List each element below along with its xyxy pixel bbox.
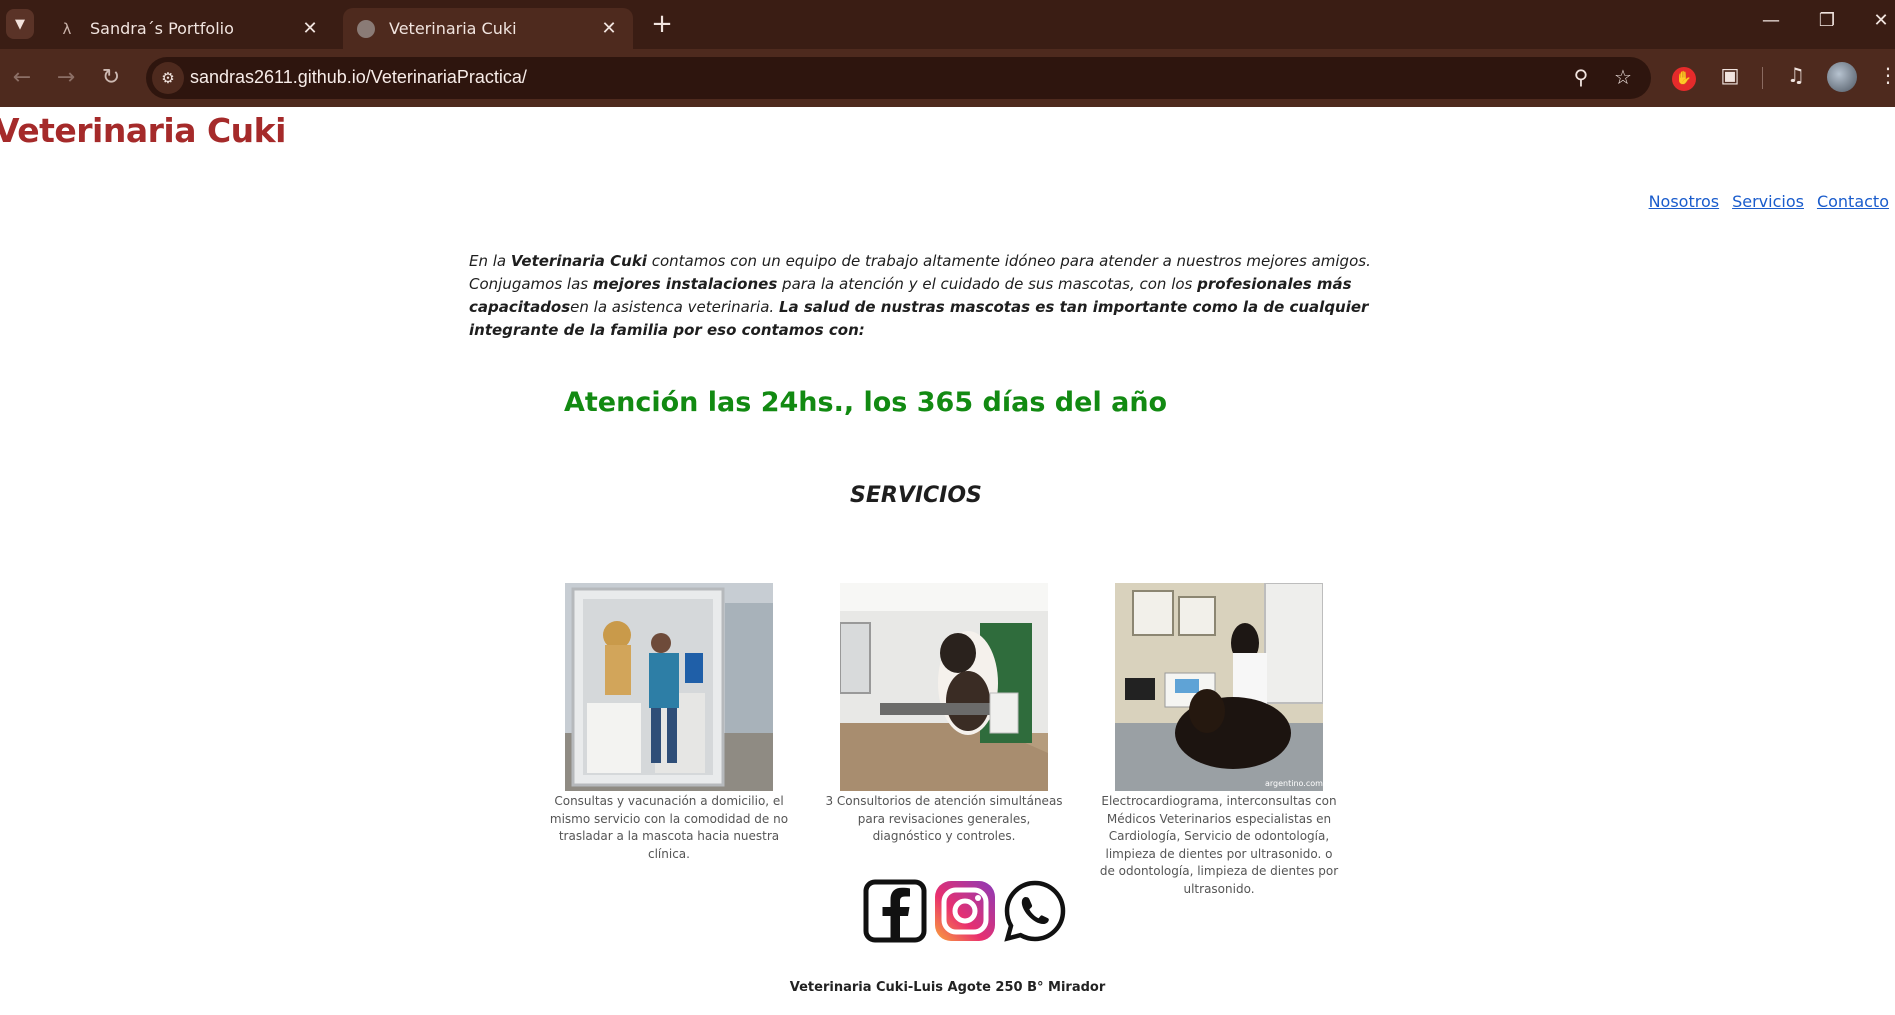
address-bar[interactable]: ⚙ sandras2611.github.io/VeterinariaPract… (146, 57, 1651, 99)
browser-tab-portfolio[interactable]: λ Sandra´s Portfolio ✕ (44, 8, 334, 49)
tab-title: Veterinaria Cuki (389, 19, 517, 38)
nav-link-contacto[interactable]: Contacto (1817, 192, 1889, 211)
site-title: Veterinaria Cuki (0, 111, 286, 150)
zoom-icon[interactable]: ⚲ (1568, 65, 1594, 89)
browser-toolbar: ← → ↻ ⚙ sandras2611.github.io/Veterinari… (0, 49, 1895, 107)
page-viewport: Veterinaria Cuki Nosotros Servicios Cont… (0, 107, 1895, 1015)
back-button[interactable]: ← (8, 64, 36, 92)
instagram-icon[interactable] (932, 878, 998, 948)
services-heading: SERVICIOS (850, 483, 982, 508)
toolbar-divider (1762, 67, 1763, 89)
media-controls-icon[interactable]: ♫ (1781, 63, 1811, 87)
forward-button[interactable]: → (52, 64, 80, 92)
close-window-icon[interactable]: ✕ (1866, 10, 1895, 31)
service-card-cardiology: argentino.com.ar Electrocardiograma, int… (1099, 583, 1339, 898)
url-text[interactable]: sandras2611.github.io/VeterinariaPractic… (190, 67, 527, 88)
site-footer: Veterinaria Cuki-Luis Agote 250 B° Mirad… (789, 980, 1106, 995)
tab-title: Sandra´s Portfolio (90, 19, 234, 38)
intro-bold: mejores instalaciones (592, 275, 778, 293)
availability-heading: Atención las 24hs., los 365 días del año (564, 387, 1168, 418)
facebook-icon[interactable] (862, 878, 928, 948)
close-icon[interactable]: ✕ (300, 18, 320, 39)
intro-paragraph: En la Veterinaria Cuki contamos con un e… (469, 250, 1405, 342)
chevron-down-icon: ▼ (15, 16, 25, 32)
whatsapp-icon[interactable] (1002, 878, 1068, 948)
photo-watermark: argentino.com.ar (1265, 779, 1323, 788)
new-tab-button[interactable]: + (648, 11, 676, 39)
intro-text: En la (469, 252, 511, 270)
social-links (862, 878, 1068, 948)
service-photo-van (565, 583, 773, 791)
bookmark-star-icon[interactable]: ☆ (1610, 65, 1636, 89)
profile-avatar[interactable] (1827, 62, 1857, 92)
service-card-home-visit: Consultas y vacunación a domicilio, el m… (549, 583, 789, 863)
browser-tab-bar: ▼ λ Sandra´s Portfolio ✕ Veterinaria Cuk… (0, 0, 1895, 49)
intro-bold: Veterinaria Cuki (510, 252, 647, 270)
lambda-icon: λ (62, 19, 72, 38)
extensions-puzzle-icon[interactable]: ▣ (1715, 63, 1745, 87)
service-caption: Electrocardiograma, interconsultas con M… (1099, 794, 1339, 896)
extension-stop-icon[interactable]: ✋ (1672, 67, 1696, 91)
restore-icon[interactable]: ❐ (1812, 10, 1842, 31)
nav-link-servicios[interactable]: Servicios (1732, 192, 1804, 211)
minimize-icon[interactable]: — (1756, 10, 1786, 31)
service-card-consulting-rooms: 3 Consultorios de atención simultáneas p… (824, 583, 1064, 846)
service-caption: 3 Consultorios de atención simultáneas p… (825, 794, 1063, 843)
globe-icon (357, 19, 375, 38)
tab-search-button[interactable]: ▼ (6, 9, 34, 39)
browser-tab-veterinaria[interactable]: Veterinaria Cuki ✕ (343, 8, 633, 49)
intro-text: para la atención y el cuidado de sus mas… (777, 275, 1198, 293)
service-caption: Consultas y vacunación a domicilio, el m… (549, 794, 789, 861)
intro-text: en la asistenca veterinaria. (570, 298, 779, 316)
nav-link-nosotros[interactable]: Nosotros (1649, 192, 1720, 211)
service-photo-ecg: argentino.com.ar (1115, 583, 1323, 791)
menu-dots-icon[interactable]: ⋮ (1873, 63, 1895, 87)
service-photo-consulting-room (840, 583, 1048, 791)
site-nav: Nosotros Servicios Contacto (1649, 192, 1889, 211)
close-icon[interactable]: ✕ (599, 18, 619, 39)
reload-button[interactable]: ↻ (97, 64, 125, 92)
site-info-icon[interactable]: ⚙ (152, 62, 184, 94)
